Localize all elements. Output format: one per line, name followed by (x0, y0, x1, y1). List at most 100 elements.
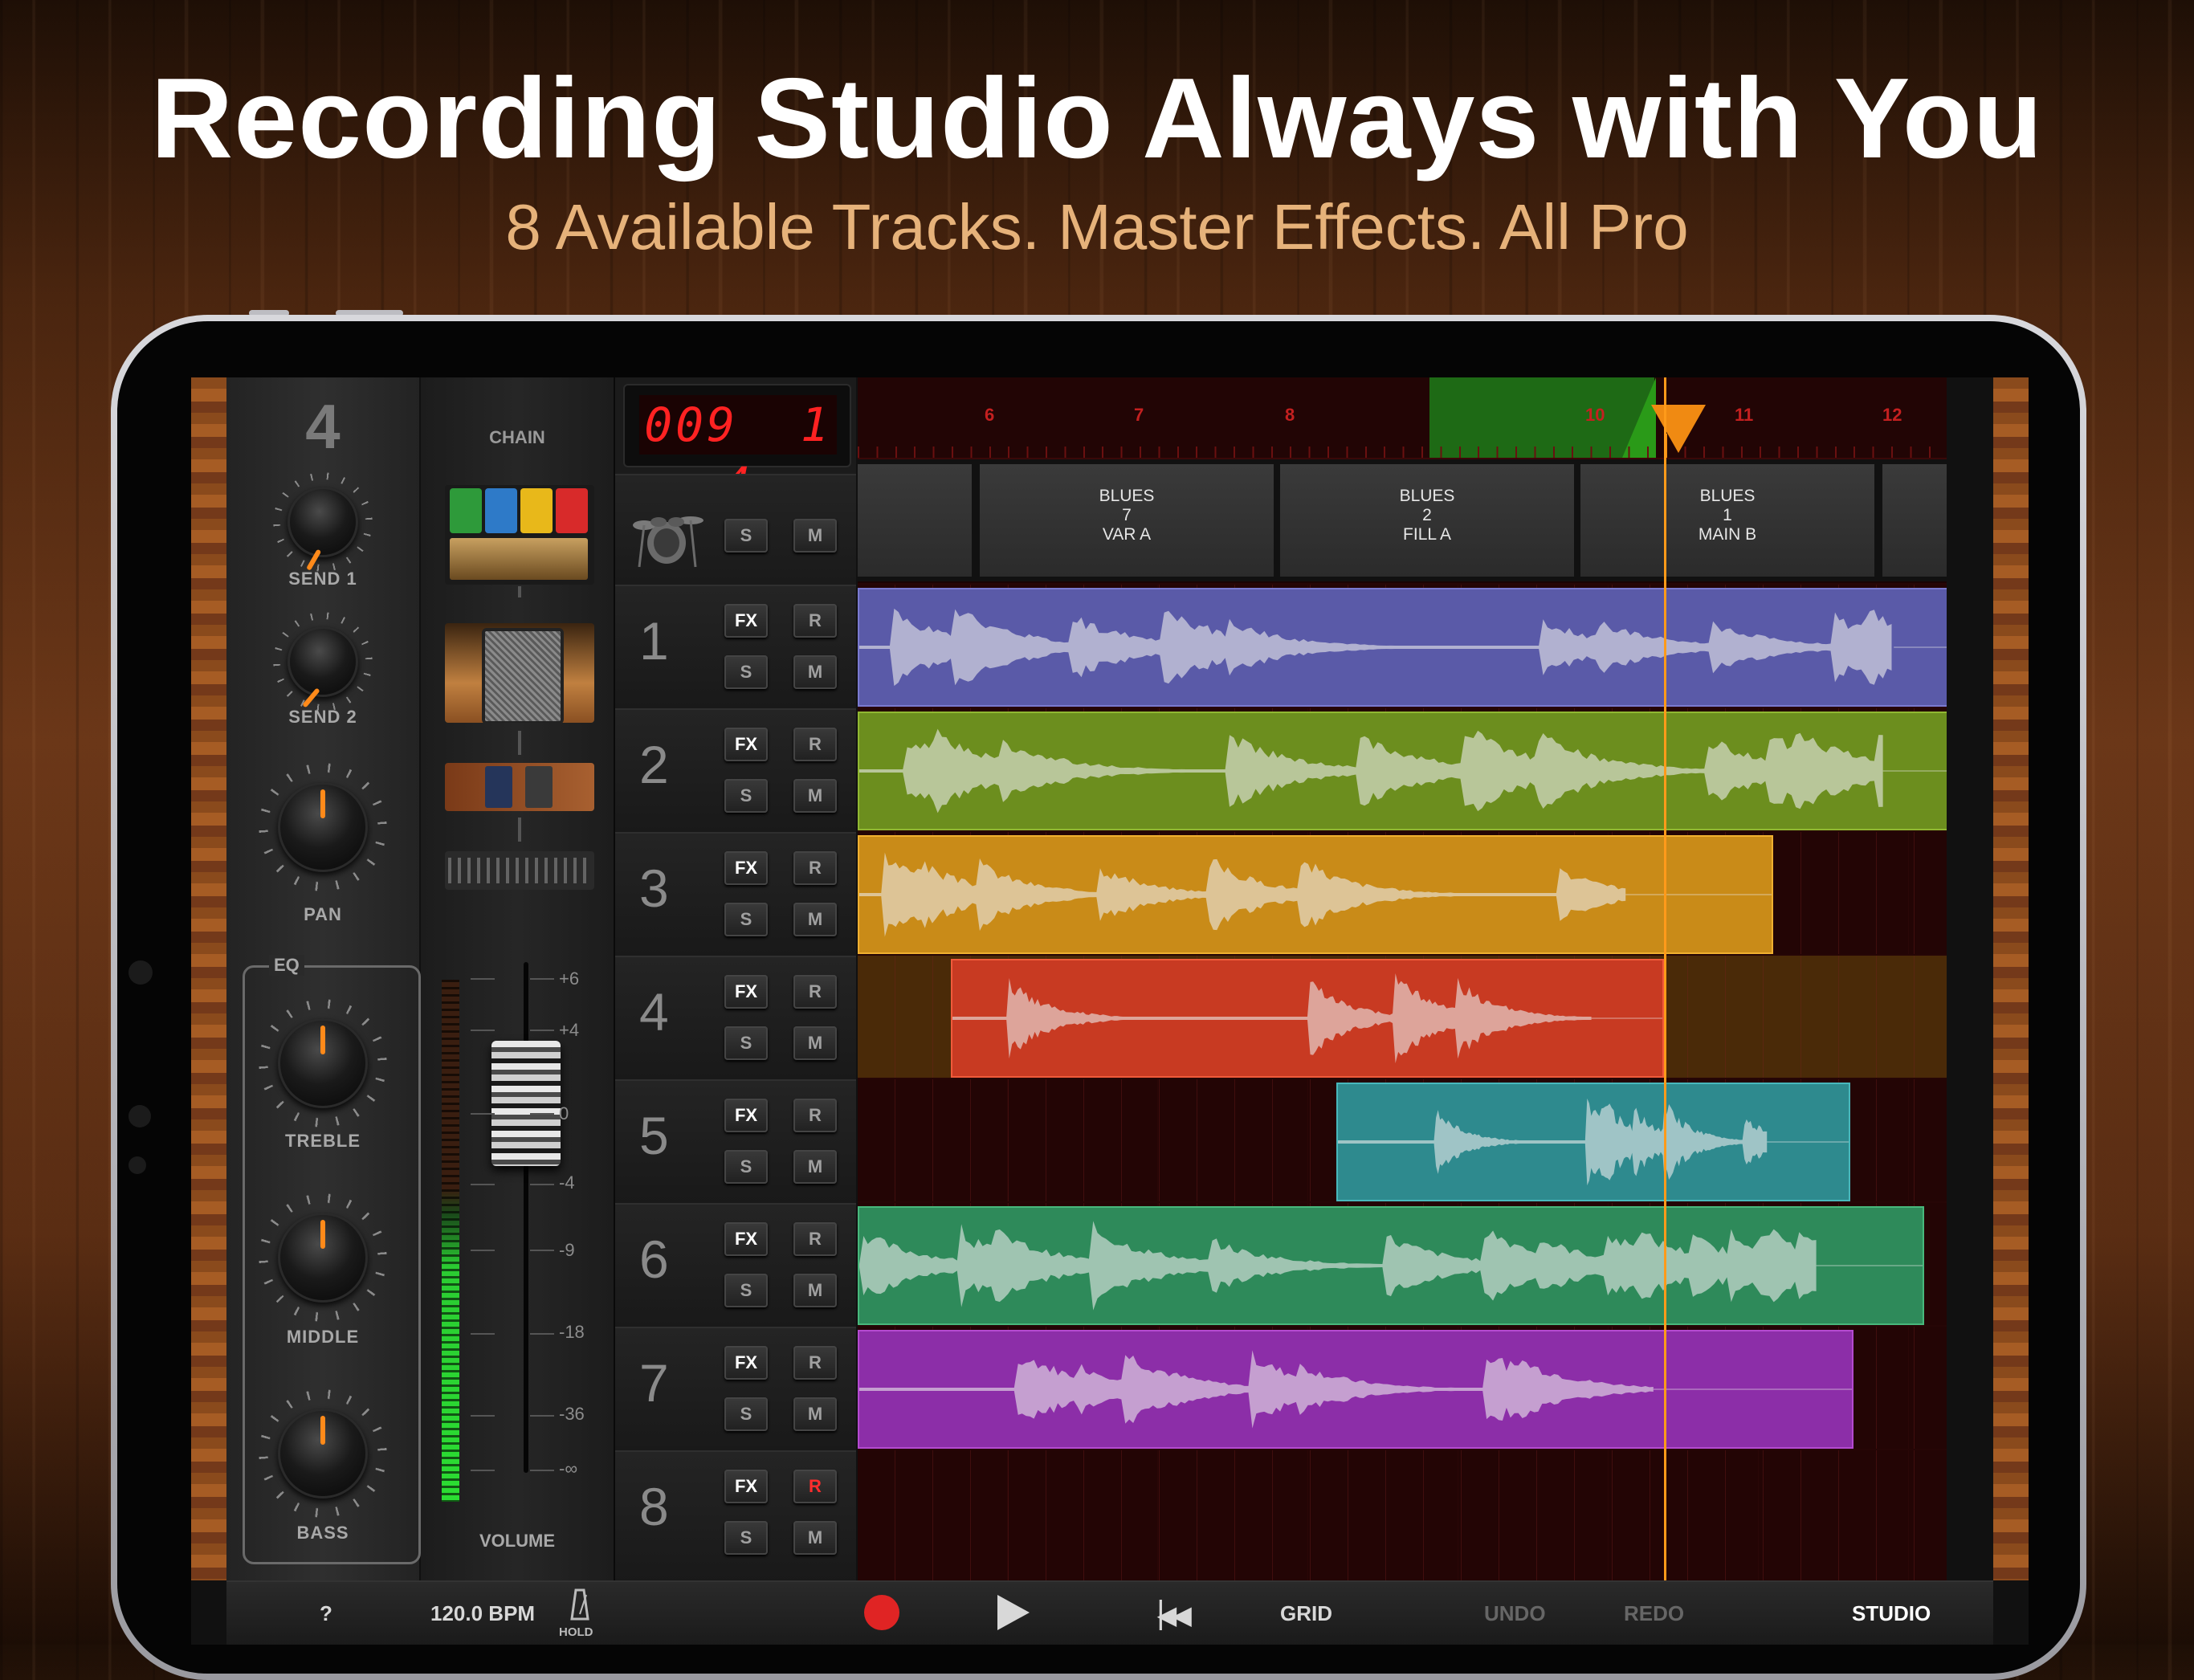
record-arm-button-active[interactable]: R (793, 1470, 837, 1503)
bar-number: 10 (1585, 405, 1605, 425)
drum-pattern-block[interactable] (1882, 464, 1947, 577)
undo-button[interactable]: UNDO (1484, 1601, 1546, 1626)
pan-knob[interactable] (278, 782, 368, 872)
record-button[interactable] (864, 1595, 899, 1630)
treble-knob[interactable] (278, 1018, 368, 1108)
track-number: 1 (639, 611, 669, 671)
solo-button[interactable]: S (724, 1026, 768, 1060)
drum-pattern-block[interactable]: BLUES 2 FILL A (1280, 464, 1574, 577)
chain-panel: CHAIN +6 +4 0 -4 -9 -18 -36 -∞ VOLUME (421, 377, 615, 1580)
fx-button[interactable]: FX (724, 1346, 768, 1380)
fx-button[interactable]: FX (724, 851, 768, 885)
fx-button[interactable]: FX (724, 728, 768, 761)
pan-label: PAN (304, 904, 342, 924)
fx-button[interactable]: FX (724, 604, 768, 638)
solo-button[interactable]: S (724, 1150, 768, 1184)
mute-button[interactable]: M (793, 1150, 837, 1184)
solo-button[interactable]: S (724, 1274, 768, 1307)
mute-button[interactable]: M (793, 1274, 837, 1307)
effects-pedal-thumbnail[interactable] (445, 763, 594, 811)
studio-button[interactable]: STUDIO (1852, 1601, 1931, 1626)
record-arm-button[interactable]: R (793, 851, 837, 885)
audio-region[interactable] (858, 835, 1773, 954)
fx-button[interactable]: FX (724, 975, 768, 1009)
amp-cabinet-thumbnail[interactable] (445, 623, 594, 723)
help-button[interactable]: ? (320, 1601, 332, 1626)
audio-region[interactable] (858, 1330, 1853, 1449)
drum-pattern-block[interactable] (858, 464, 972, 577)
track-lane-2[interactable] (858, 707, 1947, 830)
record-arm-button[interactable]: R (793, 1222, 837, 1256)
promo-subline: 8 Available Tracks. Master Effects. All … (505, 191, 1689, 263)
mute-button[interactable]: M (793, 1026, 837, 1060)
track-lane-4[interactable] (858, 954, 1947, 1078)
track-lane-8[interactable] (858, 1449, 1947, 1580)
send2-knob[interactable] (288, 626, 358, 708)
play-button[interactable] (997, 1595, 1030, 1630)
fx-button[interactable]: FX (724, 1099, 768, 1132)
fx-button[interactable]: FX (724, 1470, 768, 1503)
solo-button[interactable]: S (724, 903, 768, 936)
solo-button[interactable]: S (724, 1521, 768, 1555)
volume-fader[interactable] (491, 1041, 561, 1166)
arrangement-timeline[interactable]: 6 7 8 10 11 12 BLUES 7 VAR A BLUES 2 FILL A … (858, 377, 1947, 1580)
grid-button[interactable]: GRID (1280, 1601, 1332, 1626)
pattern-style: BLUES (1399, 487, 1455, 505)
rewind-to-start-button[interactable]: ▕◀◀ (1142, 1600, 1192, 1630)
track-number: 3 (639, 858, 669, 918)
solo-button[interactable]: S (724, 1397, 768, 1431)
record-arm-button[interactable]: R (793, 728, 837, 761)
drum-solo-button[interactable]: S (724, 519, 768, 553)
drum-mute-button[interactable]: M (793, 519, 837, 553)
track-lane-5[interactable] (858, 1078, 1947, 1201)
track-number: 2 (639, 735, 669, 794)
bar-ruler[interactable]: 6 7 8 10 11 12 (858, 377, 1947, 459)
record-arm-button[interactable]: R (793, 975, 837, 1009)
track-number: 8 (639, 1477, 669, 1536)
mute-button[interactable]: M (793, 655, 837, 689)
waveform (859, 608, 1892, 687)
mute-button[interactable]: M (793, 779, 837, 813)
wood-panel-left (191, 377, 226, 1580)
record-arm-button[interactable]: R (793, 1346, 837, 1380)
record-arm-button[interactable]: R (793, 1099, 837, 1132)
bar-number: 11 (1735, 405, 1754, 425)
app-screen: 4 SEND 1 SEND 2 PAN EQ TREBLE MIDDLE BAS… (191, 377, 2029, 1645)
bass-knob[interactable] (278, 1409, 368, 1499)
loop-region[interactable] (1429, 377, 1654, 458)
transport-bar: ? 120.0 BPM HOLD ▕◀◀ GRID UNDO REDO STUD… (226, 1580, 1993, 1645)
mute-button[interactable]: M (793, 903, 837, 936)
track-lane-7[interactable] (858, 1325, 1947, 1449)
rack-unit-thumbnail[interactable] (445, 851, 594, 890)
solo-button[interactable]: S (724, 655, 768, 689)
drum-pattern-block[interactable]: BLUES 7 VAR A (980, 464, 1274, 577)
track-lane-1[interactable] (858, 583, 1947, 707)
audio-region[interactable] (858, 588, 1947, 707)
mute-button[interactable]: M (793, 1397, 837, 1431)
stompbox-pedals-thumbnail[interactable] (445, 485, 594, 585)
pattern-number: 7 (1122, 506, 1132, 524)
audio-region[interactable] (951, 959, 1664, 1078)
tempo-display[interactable]: 120.0 BPM (430, 1601, 535, 1626)
playhead-handle[interactable] (1651, 405, 1706, 453)
audio-region[interactable] (858, 712, 1947, 830)
audio-region[interactable] (1336, 1083, 1850, 1201)
pattern-style: BLUES (1099, 487, 1155, 505)
channel-strip: 4 SEND 1 SEND 2 PAN EQ TREBLE MIDDLE BAS… (226, 377, 421, 1580)
middle-label: MIDDLE (286, 1327, 360, 1347)
mute-button[interactable]: M (793, 1521, 837, 1555)
track-lane-6[interactable] (858, 1201, 1947, 1325)
fx-button[interactable]: FX (724, 1222, 768, 1256)
redo-button[interactable]: REDO (1624, 1601, 1684, 1626)
solo-button[interactable]: S (724, 779, 768, 813)
audio-region[interactable] (858, 1206, 1924, 1325)
metronome-icon[interactable] (564, 1587, 596, 1624)
fader-scale-label: +6 (559, 968, 580, 989)
treble-label: TREBLE (285, 1131, 361, 1151)
drum-pattern-block[interactable]: BLUES 1 MAIN B (1580, 464, 1874, 577)
send1-knob[interactable] (288, 487, 358, 571)
pattern-part: VAR A (1102, 525, 1152, 544)
middle-knob[interactable] (278, 1213, 368, 1303)
record-arm-button[interactable]: R (793, 604, 837, 638)
track-lane-3[interactable] (858, 830, 1947, 954)
